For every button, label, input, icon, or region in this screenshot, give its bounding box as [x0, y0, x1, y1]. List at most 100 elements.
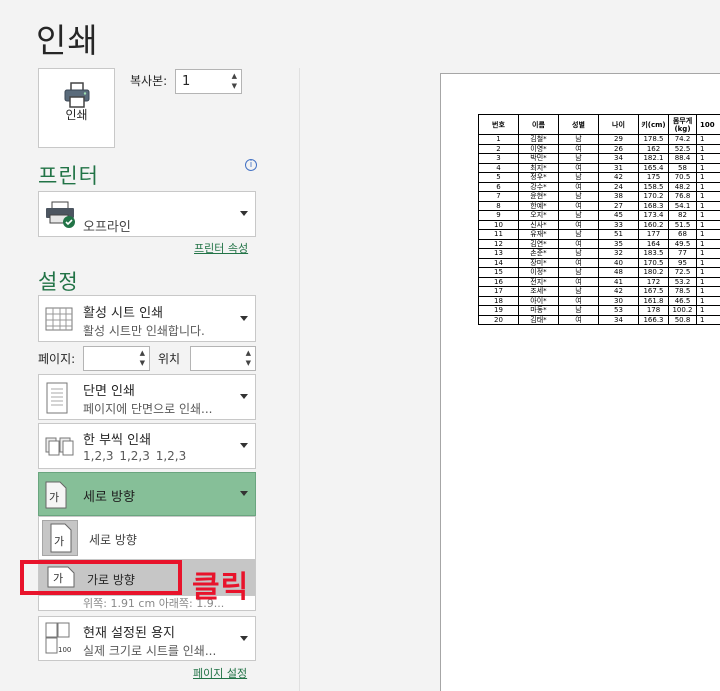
table-cell: 여 [558, 162, 599, 173]
table-row: 14 장미* 여 40 170.5 95 1 [478, 257, 720, 268]
print-button[interactable]: 인쇄 [38, 68, 115, 148]
table-cell: 10 [478, 219, 519, 230]
table-cell: 1 [696, 257, 720, 268]
table-cell: 조세* [518, 286, 559, 297]
table-cell: 1 [696, 210, 720, 221]
page-setup-link[interactable]: 페이지 설정 [193, 665, 247, 681]
column-header: 100 [696, 114, 720, 135]
page-title: 인쇄 [36, 21, 99, 60]
table-cell: 49.5 [668, 238, 697, 249]
table-cell: 1 [478, 134, 519, 145]
table-cell: 한예* [518, 200, 559, 211]
spinner-arrows-icon[interactable]: ▲ ▼ [140, 348, 145, 368]
table-cell: 김철* [518, 134, 559, 145]
table-cell: 95 [668, 257, 697, 268]
table-cell: 1 [696, 191, 720, 202]
table-cell: 178 [638, 305, 669, 316]
info-icon[interactable]: i [245, 159, 257, 171]
spinner-arrows-icon[interactable]: ▲ ▼ [246, 348, 251, 368]
sheet-grid-icon [45, 307, 73, 331]
table-cell: 남 [558, 172, 599, 183]
table-cell: 34 [598, 314, 639, 325]
table-cell: 170.2 [638, 191, 669, 202]
svg-text:가: 가 [54, 535, 64, 548]
pages-to-label: 위치 [158, 352, 181, 366]
table-cell: 51 [598, 229, 639, 240]
collate-dropdown[interactable]: 한 부씩 인쇄 1,2,3 1,2,3 1,2,3 [38, 423, 256, 469]
table-cell: 53.2 [668, 276, 697, 287]
table-row: 19 마동* 남 53 178 100.2 1 [478, 305, 720, 316]
copies-value: 1 [182, 74, 191, 89]
table-cell: 32 [598, 248, 639, 259]
table-cell: 1 [696, 248, 720, 259]
table-header-row: 번호 이름 성별 나이 키(cm) 몸무게 (kg) 100 [478, 114, 720, 135]
spinner-arrows-icon[interactable]: ▲ ▼ [232, 71, 237, 91]
table-cell: 46.5 [668, 295, 697, 306]
settings-section-title: 설정 [38, 270, 79, 294]
table-cell: 1 [696, 162, 720, 173]
table-cell: 여 [558, 238, 599, 249]
pages-from-spinner[interactable]: ▲ ▼ [83, 346, 150, 371]
table-cell: 19 [478, 305, 519, 316]
table-cell: 45 [598, 210, 639, 221]
paper-size-dropdown[interactable]: 100 현재 설정된 용지 실제 크기로 시트를 인쇄... [38, 616, 256, 661]
table-cell: 여 [558, 181, 599, 192]
table-cell: 170.5 [638, 257, 669, 268]
table-cell: 1 [696, 286, 720, 297]
sides-title: 단면 인쇄 [83, 384, 135, 399]
printer-icon [64, 82, 90, 108]
paper-title: 현재 설정된 용지 [83, 626, 175, 641]
menu-item-portrait[interactable]: 가 세로 방향 [39, 517, 255, 559]
chevron-down-icon [240, 315, 248, 321]
table-cell: 1 [696, 238, 720, 249]
table-cell: 48.2 [668, 181, 697, 192]
table-row: 20 김태* 여 34 166.3 50.8 1 [478, 314, 720, 325]
copies-spinner[interactable]: 1 ▲ ▼ [175, 69, 242, 94]
table-cell: 168.3 [638, 200, 669, 211]
table-cell: 1 [696, 200, 720, 211]
table-cell: 7 [478, 191, 519, 202]
collate-title: 한 부씩 인쇄 [83, 433, 152, 448]
table-cell: 70.5 [668, 172, 697, 183]
column-header: 성별 [558, 114, 599, 135]
table-cell: 1 [696, 314, 720, 325]
pages-to-spinner[interactable]: ▲ ▼ [190, 346, 256, 371]
table-cell: 178.5 [638, 134, 669, 145]
table-cell: 14 [478, 257, 519, 268]
table-cell: 1 [696, 267, 720, 278]
table-row: 5 정우* 남 42 175 70.5 1 [478, 172, 720, 183]
chevron-down-icon [240, 443, 248, 448]
orientation-dropdown[interactable]: 가 세로 방향 [38, 472, 256, 516]
table-cell: 16 [478, 276, 519, 287]
table-cell: 74.2 [668, 134, 697, 145]
sides-subtitle: 페이지에 단면으로 인쇄... [83, 402, 213, 416]
table-cell: 박민* [518, 153, 559, 164]
table-cell: 166.3 [638, 314, 669, 325]
table-cell: 마동* [518, 305, 559, 316]
printer-dropdown[interactable]: 오프라인 [38, 191, 256, 237]
table-cell: 54.1 [668, 200, 697, 211]
sides-dropdown[interactable]: 단면 인쇄 페이지에 단면으로 인쇄... [38, 374, 256, 420]
table-cell: 26 [598, 143, 639, 154]
table-cell: 5 [478, 172, 519, 183]
table-cell: 82 [668, 210, 697, 221]
chevron-down-icon [240, 211, 248, 216]
table-row: 16 전지* 여 41 172 53.2 1 [478, 276, 720, 287]
table-cell: 1 [696, 219, 720, 230]
print-what-dropdown[interactable]: 활성 시트 인쇄 활성 시트만 인쇄합니다. [38, 295, 256, 342]
table-cell: 남 [558, 210, 599, 221]
table-cell: 1 [696, 181, 720, 192]
table-cell: 13 [478, 248, 519, 259]
table-cell: 18 [478, 295, 519, 306]
table-cell: 175 [638, 172, 669, 183]
table-cell: 신사* [518, 219, 559, 230]
printer-properties-link[interactable]: 프린터 속성 [194, 240, 248, 256]
table-cell: 남 [558, 286, 599, 297]
table-cell: 165.4 [638, 162, 669, 173]
table-cell: 여 [558, 200, 599, 211]
table-cell: 남 [558, 267, 599, 278]
table-cell: 여 [558, 314, 599, 325]
table-row: 2 이영* 여 26 162 52.5 1 [478, 143, 720, 154]
table-cell: 29 [598, 134, 639, 145]
table-cell: 15 [478, 267, 519, 278]
